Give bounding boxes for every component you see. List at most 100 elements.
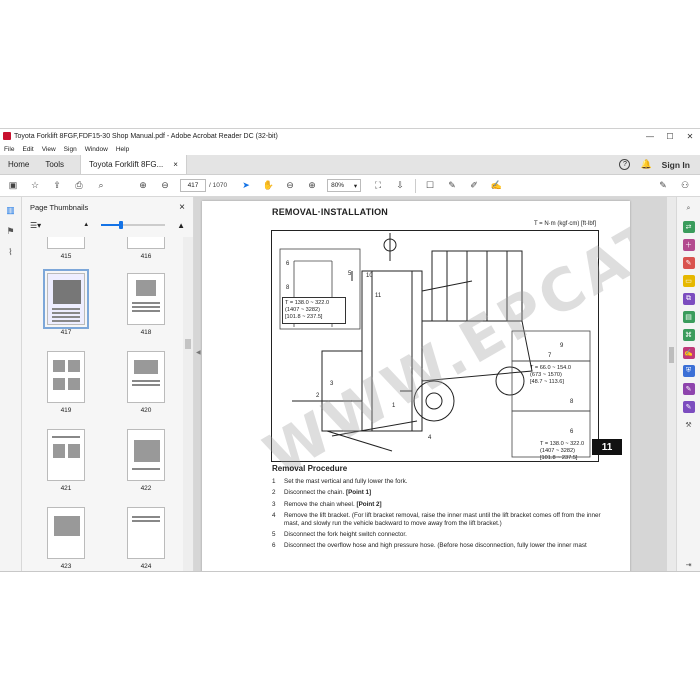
thumbnail-420[interactable]: 420: [106, 351, 183, 414]
export-pdf-icon[interactable]: ⇄: [682, 221, 695, 233]
thumbnails-panel-title: Page Thumbnails: [30, 202, 89, 212]
workspace: ▥ ⚑ ⌇ Page Thumbnails × ☰▾ ▲ ▲ 415 416 4…: [0, 197, 700, 571]
zoom-in-icon[interactable]: ⊕: [305, 179, 319, 193]
comment-tool-icon[interactable]: ▭: [682, 275, 695, 287]
thumbnail-label: 418: [140, 329, 152, 336]
title-bar: Toyota Forklift 8FGF,FDF15-30 Shop Manua…: [0, 129, 700, 143]
menu-view[interactable]: View: [42, 146, 56, 153]
select-cursor-icon[interactable]: ➤: [239, 179, 253, 193]
procedure-step: 4 Remove the lift bracket. (For lift bra…: [272, 512, 602, 528]
thumbnail-423[interactable]: 423: [26, 507, 106, 570]
thumbnail-page-image: [127, 273, 165, 325]
document-scrollbar[interactable]: [667, 197, 676, 571]
maximize-button[interactable]: ☐: [660, 132, 680, 141]
thumbnail-scrollbar[interactable]: [183, 237, 193, 571]
thumbnail-label: 420: [140, 407, 152, 414]
print-icon[interactable]: ⎙: [72, 179, 86, 193]
tab-tools[interactable]: Tools: [37, 155, 72, 174]
step-text: Set the mast vertical and fully lower th…: [284, 478, 408, 485]
removal-procedure: Removal Procedure 1 Set the mast vertica…: [272, 465, 602, 554]
close-tab-icon[interactable]: ×: [173, 160, 178, 169]
close-panel-icon[interactable]: ×: [179, 202, 185, 213]
thumbnail-417[interactable]: 417: [26, 269, 106, 336]
thumbnail-421[interactable]: 421: [26, 429, 106, 492]
acrobat-app-icon: [3, 132, 11, 140]
menu-help[interactable]: Help: [116, 146, 129, 153]
page-thumbnails-icon[interactable]: ▥: [6, 205, 15, 216]
edit-pdf-icon[interactable]: ✎: [682, 257, 695, 269]
notifications-bell-icon[interactable]: 🔔: [640, 159, 651, 170]
draw-icon[interactable]: ✐: [467, 179, 481, 193]
collapse-left-arrow-icon[interactable]: ◀: [196, 349, 201, 356]
upload-cloud-icon[interactable]: ⇪: [50, 179, 64, 193]
expand-panel-icon[interactable]: ⇥: [683, 559, 695, 571]
previous-page-icon[interactable]: ⊕: [136, 179, 150, 193]
save-icon[interactable]: ▣: [6, 179, 20, 193]
create-pdf-icon[interactable]: ＋: [682, 239, 695, 251]
thumbnail-416[interactable]: 416: [106, 237, 183, 260]
menu-file[interactable]: File: [4, 146, 14, 153]
menu-window[interactable]: Window: [85, 146, 108, 153]
page-number-input[interactable]: 417: [180, 179, 206, 192]
step-text: Remove the chain wheel.: [284, 500, 355, 508]
torque-unit-note: T = N·m (kgf·cm) [ft·lbf]: [533, 221, 596, 227]
step-text: Disconnect the overflow hose and high pr…: [284, 542, 587, 550]
forklift-diagram: T = 138.0 ~ 322.0 (1407 ~ 3282) [101.8 ~…: [271, 230, 599, 462]
torque-callout-right-bottom: T = 138.0 ~ 322.0 (1407 ~ 3282) [101.8 ~…: [538, 439, 598, 464]
scan-ocr-icon[interactable]: ⌘: [682, 329, 695, 341]
attachments-icon[interactable]: ⌇: [8, 247, 12, 258]
figure-callout-number: 6: [286, 261, 290, 267]
close-window-button[interactable]: ✕: [680, 132, 700, 141]
thumbnail-418[interactable]: 418: [106, 273, 183, 336]
thumbnail-415[interactable]: 415: [26, 237, 106, 260]
thumbnail-size-slider[interactable]: [101, 221, 166, 229]
zoom-search-icon[interactable]: ⌕: [683, 203, 695, 215]
document-view[interactable]: ◀ REMOVAL·INSTALLATION T = N·m (kgf·cm) …: [194, 197, 676, 571]
sign-in-button[interactable]: Sign In: [662, 160, 690, 170]
menu-sign[interactable]: Sign: [64, 146, 77, 153]
scroll-mode-icon[interactable]: ⇩: [393, 179, 407, 193]
step-point: [Point 1]: [345, 489, 372, 497]
thumbnail-422[interactable]: 422: [106, 429, 183, 492]
highlight-pen-icon[interactable]: ✎: [445, 179, 459, 193]
hand-tool-icon[interactable]: ✋: [261, 179, 275, 193]
thumbnail-label: 422: [140, 485, 152, 492]
more-tools-icon[interactable]: ✎: [682, 401, 695, 413]
thumbnail-424[interactable]: 424: [106, 507, 183, 570]
thumbnail-419[interactable]: 419: [26, 351, 106, 414]
bookmarks-icon[interactable]: ⚑: [6, 226, 14, 237]
next-page-icon[interactable]: ⊖: [158, 179, 172, 193]
bookmark-star-icon[interactable]: ☆: [28, 179, 42, 193]
figure-callout-number: 4: [428, 435, 432, 441]
fill-sign-icon[interactable]: ✍: [489, 179, 503, 193]
acrobat-window: Toyota Forklift 8FGF,FDF15-30 Shop Manua…: [0, 128, 700, 572]
callout-right-top-line1: T = 66.0 ~ 154.0: [530, 365, 571, 371]
marquee-zoom-icon[interactable]: ⛶: [371, 179, 385, 193]
step-number: 1: [272, 478, 276, 485]
customize-tools-icon[interactable]: ⚒: [683, 419, 695, 431]
menu-edit[interactable]: Edit: [22, 146, 33, 153]
tab-bar: Home Tools Toyota Forklift 8FG... × ? 🔔 …: [0, 155, 700, 175]
edit-sign-icon[interactable]: ✎: [656, 179, 670, 193]
callout-right-bottom-line2: (1407 ~ 3282): [540, 448, 575, 454]
protect-icon[interactable]: ⛨: [682, 365, 695, 377]
zoom-select[interactable]: 80% ▾: [327, 179, 362, 192]
slider-knob[interactable]: [119, 221, 124, 229]
step-text: Remove the lift bracket. (For lift brack…: [284, 511, 601, 527]
tab-home[interactable]: Home: [0, 155, 37, 174]
help-icon[interactable]: ?: [619, 159, 631, 170]
combine-files-icon[interactable]: ⧉: [682, 293, 695, 305]
zoom-out-icon[interactable]: ⊖: [283, 179, 297, 193]
organize-pages-icon[interactable]: ▤: [682, 311, 695, 323]
page-total: / 1070: [209, 182, 228, 189]
request-signature-icon[interactable]: ✎: [682, 383, 695, 395]
minimize-button[interactable]: —: [640, 132, 660, 141]
tab-document[interactable]: Toyota Forklift 8FG... ×: [80, 155, 187, 174]
add-person-icon[interactable]: ⚇: [678, 179, 692, 193]
search-icon[interactable]: ⌕: [94, 179, 108, 193]
comment-icon[interactable]: ☐: [423, 179, 437, 193]
fill-sign-tool-icon[interactable]: ✍: [682, 347, 695, 359]
large-mountain-icon: ▲: [177, 220, 185, 230]
thumbnail-options-icon[interactable]: ☰▾: [30, 221, 41, 230]
step-number: 5: [272, 531, 276, 539]
